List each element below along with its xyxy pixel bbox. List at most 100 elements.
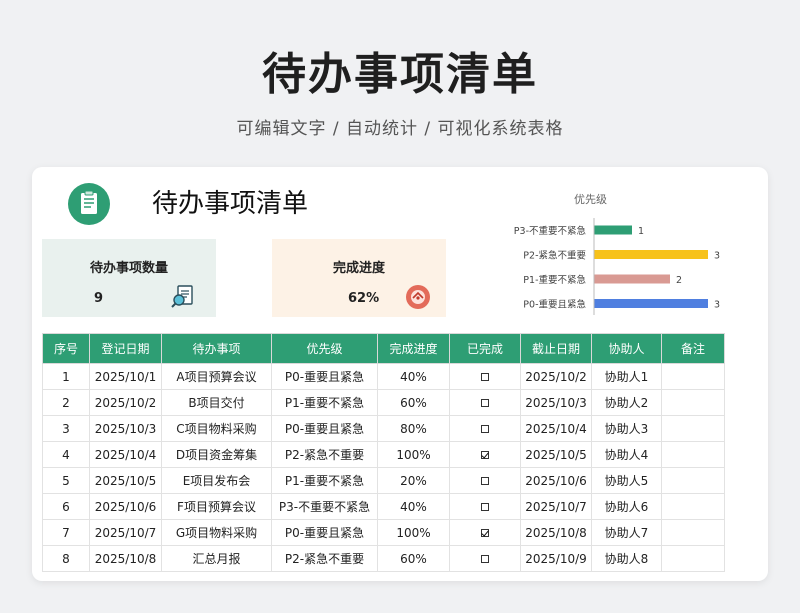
cell-due[interactable]: 2025/10/8 — [520, 519, 592, 546]
cell-note[interactable] — [661, 467, 725, 494]
cell-progress[interactable]: 60% — [377, 389, 450, 416]
cell-priority[interactable]: P3-不重要不紧急 — [271, 493, 378, 520]
cell-task[interactable]: E项目发布会 — [161, 467, 272, 494]
cell-date[interactable]: 2025/10/7 — [89, 519, 162, 546]
cell-date[interactable]: 2025/10/6 — [89, 493, 162, 520]
cell-due[interactable]: 2025/10/3 — [520, 389, 592, 416]
cell-progress[interactable]: 100% — [377, 441, 450, 468]
checkbox-unchecked[interactable] — [481, 425, 489, 433]
progress-value: 62% — [348, 291, 380, 306]
cell-no[interactable]: 7 — [42, 519, 90, 546]
table-header-row: 序号 登记日期 待办事项 优先级 完成进度 已完成 截止日期 协助人 备注 — [42, 333, 725, 364]
cell-task[interactable]: B项目交付 — [161, 389, 272, 416]
cell-task[interactable]: C项目物料采购 — [161, 415, 272, 442]
cell-helper[interactable]: 协助人1 — [591, 363, 662, 390]
cell-date[interactable]: 2025/10/4 — [89, 441, 162, 468]
cell-done[interactable] — [449, 441, 521, 468]
cell-done[interactable] — [449, 363, 521, 390]
cell-note[interactable] — [661, 545, 725, 572]
header-no[interactable]: 序号 — [42, 333, 90, 364]
cell-date[interactable]: 2025/10/2 — [89, 389, 162, 416]
cell-date[interactable]: 2025/10/5 — [89, 467, 162, 494]
cell-helper[interactable]: 协助人8 — [591, 545, 662, 572]
checkbox-unchecked[interactable] — [481, 555, 489, 563]
cell-helper[interactable]: 协助人7 — [591, 519, 662, 546]
cell-no[interactable]: 5 — [42, 467, 90, 494]
header-helper[interactable]: 协助人 — [591, 333, 662, 364]
cell-priority[interactable]: P2-紧急不重要 — [271, 441, 378, 468]
cell-no[interactable]: 3 — [42, 415, 90, 442]
cell-progress[interactable]: 20% — [377, 467, 450, 494]
cell-helper[interactable]: 协助人2 — [591, 389, 662, 416]
cell-done[interactable] — [449, 519, 521, 546]
cell-progress[interactable]: 100% — [377, 519, 450, 546]
cell-priority[interactable]: P0-重要且紧急 — [271, 363, 378, 390]
cell-progress[interactable]: 60% — [377, 545, 450, 572]
cell-note[interactable] — [661, 389, 725, 416]
cell-due[interactable]: 2025/10/5 — [520, 441, 592, 468]
hero-title: 待办事项清单 — [262, 49, 538, 100]
checkbox-checked[interactable] — [481, 451, 489, 459]
cell-note[interactable] — [661, 441, 725, 468]
header-note[interactable]: 备注 — [661, 333, 725, 364]
cell-task[interactable]: F项目预算会议 — [161, 493, 272, 520]
header-date[interactable]: 登记日期 — [89, 333, 162, 364]
header-progress[interactable]: 完成进度 — [377, 333, 450, 364]
cell-priority[interactable]: P1-重要不紧急 — [271, 467, 378, 494]
checkbox-unchecked[interactable] — [481, 373, 489, 381]
cell-due[interactable]: 2025/10/6 — [520, 467, 592, 494]
spreadsheet-card: 待办事项清单 待办事项数量 9 完成进度 62% 优先级 P3-不重要不紧急 1… — [32, 167, 768, 581]
cell-progress[interactable]: 80% — [377, 415, 450, 442]
cell-done[interactable] — [449, 545, 521, 572]
todo-count-value: 9 — [94, 291, 104, 306]
cell-due[interactable]: 2025/10/2 — [520, 363, 592, 390]
todo-count-card: 待办事项数量 9 — [42, 239, 216, 317]
cell-date[interactable]: 2025/10/3 — [89, 415, 162, 442]
cell-date[interactable]: 2025/10/1 — [89, 363, 162, 390]
cell-done[interactable] — [449, 415, 521, 442]
cell-task[interactable]: G项目物料采购 — [161, 519, 272, 546]
cell-done[interactable] — [449, 493, 521, 520]
cell-note[interactable] — [661, 493, 725, 520]
cell-task[interactable]: A项目预算会议 — [161, 363, 272, 390]
gauge-icon — [404, 283, 432, 315]
cell-priority[interactable]: P0-重要且紧急 — [271, 415, 378, 442]
checkbox-unchecked[interactable] — [481, 399, 489, 407]
table-body: 1 2025/10/1 A项目预算会议 P0-重要且紧急 40% 2025/10/2 协助人… — [42, 363, 725, 572]
cell-priority[interactable]: P2-紧急不重要 — [271, 545, 378, 572]
header-task[interactable]: 待办事项 — [161, 333, 272, 364]
header-due[interactable]: 截止日期 — [520, 333, 592, 364]
header-priority[interactable]: 优先级 — [271, 333, 378, 364]
cell-note[interactable] — [661, 415, 725, 442]
cell-due[interactable]: 2025/10/7 — [520, 493, 592, 520]
cell-task[interactable]: 汇总月报 — [161, 545, 272, 572]
checkbox-unchecked[interactable] — [481, 503, 489, 511]
cell-no[interactable]: 2 — [42, 389, 90, 416]
cell-due[interactable]: 2025/10/4 — [520, 415, 592, 442]
header-done[interactable]: 已完成 — [449, 333, 521, 364]
cell-done[interactable] — [449, 467, 521, 494]
cell-priority[interactable]: P1-重要不紧急 — [271, 389, 378, 416]
cell-progress[interactable]: 40% — [377, 493, 450, 520]
cell-helper[interactable]: 协助人3 — [591, 415, 662, 442]
cell-done[interactable] — [449, 389, 521, 416]
checkbox-unchecked[interactable] — [481, 477, 489, 485]
cell-task[interactable]: D项目资金筹集 — [161, 441, 272, 468]
cell-helper[interactable]: 协助人6 — [591, 493, 662, 520]
cell-helper[interactable]: 协助人4 — [591, 441, 662, 468]
progress-card: 完成进度 62% — [272, 239, 446, 317]
cell-no[interactable]: 6 — [42, 493, 90, 520]
cell-date[interactable]: 2025/10/8 — [89, 545, 162, 572]
cell-helper[interactable]: 协助人5 — [591, 467, 662, 494]
table-row: 2 2025/10/2 B项目交付 P1-重要不紧急 60% 2025/10/3 协助人2 — [42, 389, 725, 416]
cell-priority[interactable]: P0-重要且紧急 — [271, 519, 378, 546]
cell-no[interactable]: 8 — [42, 545, 90, 572]
cell-note[interactable] — [661, 363, 725, 390]
cell-no[interactable]: 4 — [42, 441, 90, 468]
cell-no[interactable]: 1 — [42, 363, 90, 390]
cell-due[interactable]: 2025/10/9 — [520, 545, 592, 572]
cell-note[interactable] — [661, 519, 725, 546]
checkbox-checked[interactable] — [481, 529, 489, 537]
table-row: 7 2025/10/7 G项目物料采购 P0-重要且紧急 100% 2025/10/8 协助… — [42, 519, 725, 546]
cell-progress[interactable]: 40% — [377, 363, 450, 390]
